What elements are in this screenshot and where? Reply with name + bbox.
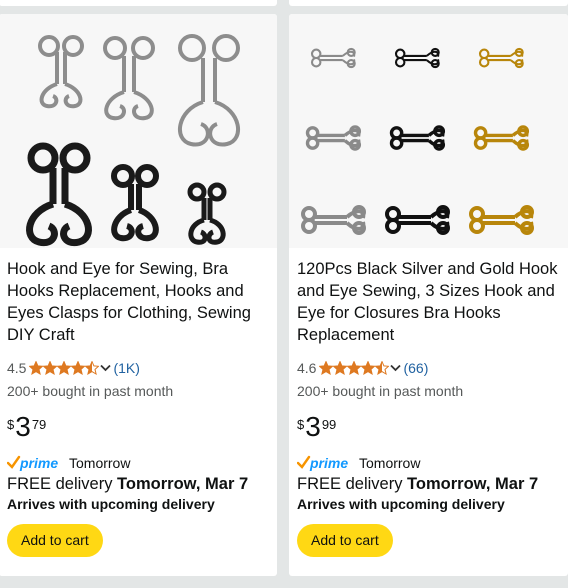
hook-and-eye-set-icon xyxy=(26,34,240,247)
prime-day: Tomorrow xyxy=(359,455,421,471)
hook-piece-icon xyxy=(385,205,450,235)
delivery-date: Tomorrow, Mar 7 xyxy=(407,475,539,493)
hook-piece-icon xyxy=(394,47,440,69)
hook-piece-icon xyxy=(473,125,530,151)
product-image[interactable] xyxy=(289,14,568,248)
product-image[interactable] xyxy=(0,14,277,248)
prime-logo-icon: prime xyxy=(297,455,348,471)
bought-count: 200+ bought in past month xyxy=(297,383,464,399)
star-rating-icon[interactable] xyxy=(29,361,113,375)
previous-card-edge xyxy=(289,0,568,6)
price-symbol: $ xyxy=(297,417,305,432)
product-card: 120Pcs Black Silver and Gold Hook and Ey… xyxy=(289,14,568,576)
price-fraction: 99 xyxy=(321,417,337,432)
chevron-down-icon xyxy=(390,364,402,372)
rating-row: 4.6 (66) xyxy=(297,358,562,378)
delivery-info: FREE delivery Tomorrow, Mar 7 xyxy=(297,474,562,494)
rating-value: 4.6 xyxy=(297,360,317,376)
price-whole: 3 xyxy=(15,411,31,442)
hook-piece-icon xyxy=(469,205,534,235)
add-to-cart-button[interactable]: Add to cart xyxy=(297,524,393,557)
hook-piece-icon xyxy=(310,47,356,69)
delivery-info: FREE delivery Tomorrow, Mar 7 xyxy=(7,474,271,494)
product-title[interactable]: Hook and Eye for Sewing, Bra Hooks Repla… xyxy=(7,258,271,346)
results-grid: Hook and Eye for Sewing, Bra Hooks Repla… xyxy=(0,0,568,588)
previous-card-edge xyxy=(0,0,277,6)
prime-badge: prime Tomorrow xyxy=(7,455,271,471)
svg-text:prime: prime xyxy=(19,455,58,471)
delivery-prefix: FREE delivery xyxy=(7,475,113,493)
hook-piece-icon xyxy=(301,205,366,235)
price[interactable]: $ 3 79 xyxy=(7,413,271,441)
prime-logo-icon: prime xyxy=(7,455,58,471)
hook-grid-icon xyxy=(301,47,534,235)
review-count-link[interactable]: (1K) xyxy=(113,360,139,376)
delivery-prefix: FREE delivery xyxy=(297,475,403,493)
delivery-date: Tomorrow, Mar 7 xyxy=(117,475,249,493)
star-rating-icon[interactable] xyxy=(319,361,403,375)
hook-piece-icon xyxy=(389,125,446,151)
price-symbol: $ xyxy=(7,417,15,432)
svg-text:prime: prime xyxy=(309,455,348,471)
rating-value: 4.5 xyxy=(7,360,27,376)
hook-piece-icon xyxy=(478,47,524,69)
product-details: Hook and Eye for Sewing, Bra Hooks Repla… xyxy=(7,258,271,557)
product-title[interactable]: 120Pcs Black Silver and Gold Hook and Ey… xyxy=(297,258,562,346)
add-to-cart-button[interactable]: Add to cart xyxy=(7,524,103,557)
hook-piece-icon xyxy=(305,125,362,151)
product-card: Hook and Eye for Sewing, Bra Hooks Repla… xyxy=(0,14,277,576)
price[interactable]: $ 3 99 xyxy=(297,413,562,441)
price-fraction: 79 xyxy=(31,417,47,432)
prime-badge: prime Tomorrow xyxy=(297,455,562,471)
prime-day: Tomorrow xyxy=(69,455,131,471)
chevron-down-icon xyxy=(100,364,112,372)
bought-count: 200+ bought in past month xyxy=(7,383,174,399)
arrives-note: Arrives with upcoming delivery xyxy=(7,496,215,512)
rating-row: 4.5 (1K) xyxy=(7,358,271,378)
review-count-link[interactable]: (66) xyxy=(403,360,428,376)
arrives-note: Arrives with upcoming delivery xyxy=(297,496,505,512)
product-details: 120Pcs Black Silver and Gold Hook and Ey… xyxy=(297,258,562,557)
price-whole: 3 xyxy=(305,411,321,442)
